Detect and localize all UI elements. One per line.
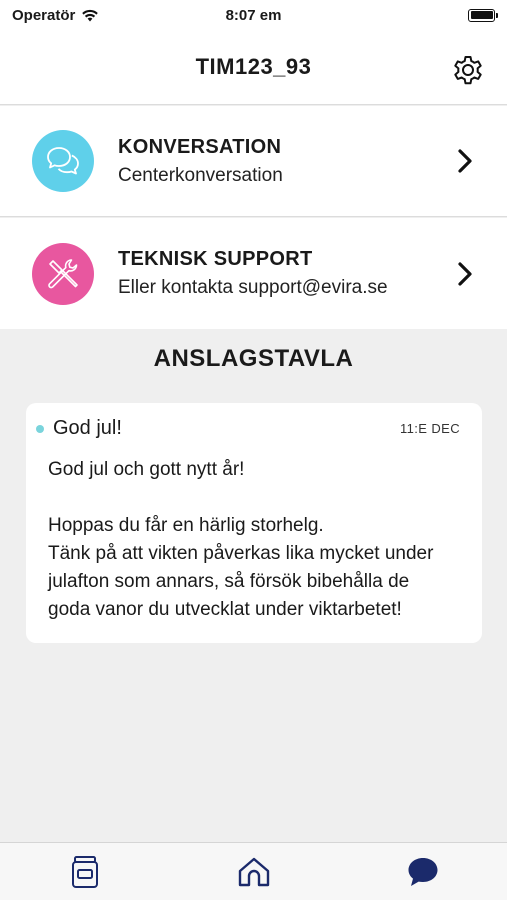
tab-home[interactable] — [224, 847, 284, 897]
message-subject: God jul! — [53, 417, 122, 439]
message-date: 11:E DEC — [399, 421, 460, 436]
chevron-right-icon — [458, 261, 472, 286]
menu-item-title: KONVERSATION — [118, 135, 282, 158]
menu-item-text: TEKNISK SUPPORT Eller kontakta support@e… — [118, 248, 455, 299]
tab-chat[interactable] — [393, 847, 453, 897]
home-icon — [238, 857, 269, 886]
message-line: God jul och gott nytt år! — [48, 459, 245, 480]
page-title: TIM123_93 — [195, 54, 312, 79]
chat-icon — [408, 857, 437, 886]
menu-item-teknisk-support[interactable]: TEKNISK SUPPORT Eller kontakta support@e… — [0, 218, 507, 329]
message-card[interactable]: God jul! 11:E DEC God jul och gott nytt … — [26, 403, 482, 643]
diary-jar-icon — [71, 855, 98, 888]
board-title: ANSLAGSTAVLA — [153, 345, 354, 372]
chevron-right-icon — [458, 149, 472, 173]
menu-item-subtitle: Centerkonversation — [118, 164, 283, 186]
message-line: Hoppas du får en härlig storhelg. — [48, 515, 324, 536]
message-line: goda vanor du utvecklat under viktarbete… — [48, 599, 402, 620]
tab-bar — [0, 842, 507, 900]
message-header: God jul! 11:E DEC — [36, 417, 460, 440]
message-line: julafton som annars, så försök bibehålla… — [48, 571, 410, 592]
app-header: TIM123_93 — [0, 30, 507, 105]
message-line: Tänk på att vikten påverkas lika mycket … — [48, 543, 434, 564]
gear-icon — [454, 56, 482, 85]
menu-item-title: TEKNISK SUPPORT — [118, 248, 313, 270]
menu-item-text: KONVERSATION Centerkonversation — [118, 136, 455, 187]
status-left: Operatör — [12, 7, 99, 24]
status-bar: Operatör 8:07 em — [0, 0, 507, 30]
wifi-icon — [82, 9, 99, 21]
battery-icon — [468, 8, 498, 22]
settings-button[interactable] — [449, 50, 487, 88]
unread-dot — [36, 424, 44, 433]
menu-item-subtitle: Eller kontakta support@evira.se — [118, 277, 388, 298]
tab-diary[interactable] — [55, 847, 115, 897]
tools-icon — [32, 242, 94, 305]
carrier-label: Operatör — [12, 6, 76, 24]
chat-bubbles-icon — [32, 130, 94, 192]
menu-item-konversation[interactable]: KONVERSATION Centerkonversation — [0, 106, 507, 217]
message-subject-wrap: God jul! — [36, 417, 122, 440]
message-body: God jul och gott nytt år! Hoppas du får … — [48, 456, 460, 624]
